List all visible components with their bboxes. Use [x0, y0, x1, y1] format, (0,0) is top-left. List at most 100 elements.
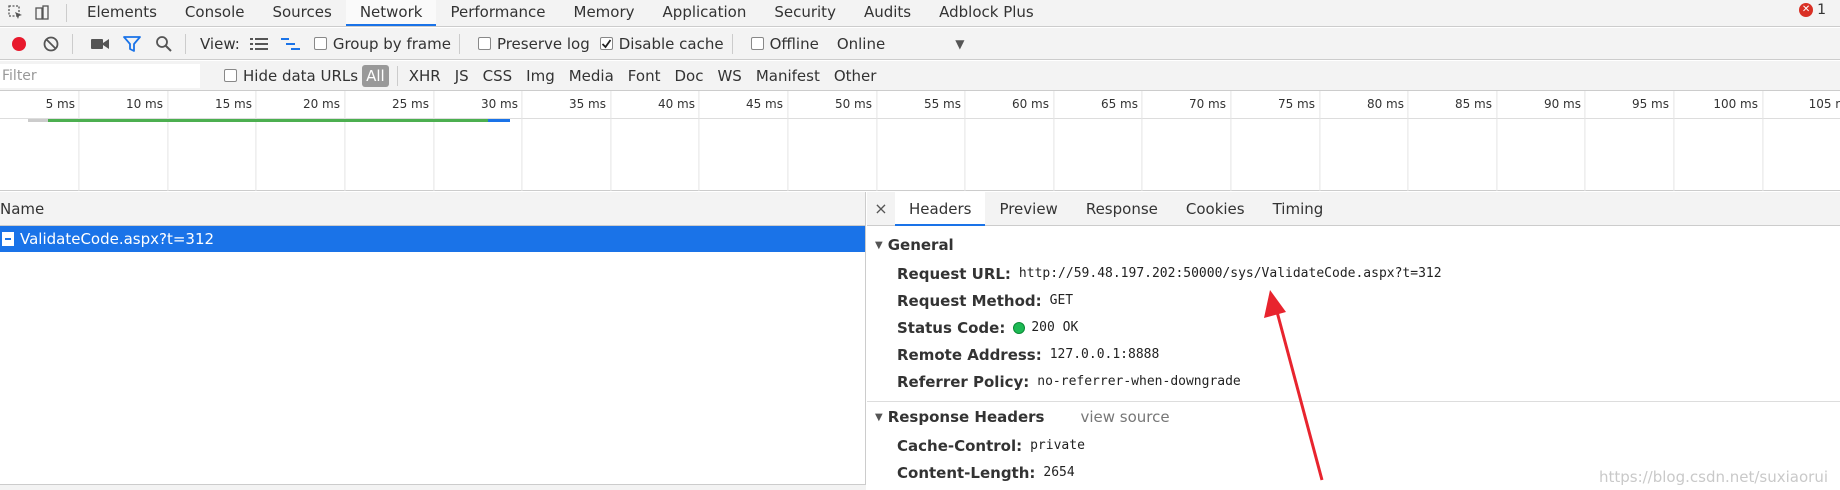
tab-headers[interactable]: Headers [895, 192, 986, 226]
hide-data-urls-checkbox[interactable] [224, 69, 237, 82]
offline-checkbox[interactable] [750, 37, 764, 50]
filter-type-other[interactable]: Other [827, 67, 884, 85]
filter-type-js[interactable]: JS [448, 67, 476, 85]
timeline-tick: 80 ms [1319, 91, 1408, 191]
cache-control-row: Cache-Control: private [867, 432, 1840, 459]
timeline-tick: 50 ms [787, 91, 876, 191]
view-source-link[interactable]: view source [1081, 408, 1170, 426]
request-details: × Headers Preview Response Cookies Timin… [867, 192, 1840, 490]
error-counter[interactable]: ✕ 1 [1799, 2, 1826, 18]
remote-address-key: Remote Address: [897, 345, 1042, 364]
group-by-frame-toggle[interactable]: Group by frame [304, 35, 451, 53]
filter-type-all[interactable]: All [362, 64, 389, 87]
search-icon[interactable] [151, 31, 177, 57]
general-title: General [887, 236, 954, 254]
timeline-tick-label: 5 ms [45, 97, 75, 111]
tab-network[interactable]: Network [345, 0, 437, 26]
tab-timing[interactable]: Timing [1259, 192, 1338, 226]
timeline-tick: 90 ms [1496, 91, 1585, 191]
filter-type-ws[interactable]: WS [710, 67, 748, 85]
large-rows-icon[interactable] [246, 31, 272, 57]
dropdown-arrow-icon: ▼ [955, 36, 965, 51]
response-headers-section-header[interactable]: ▼ Response Headers view source [867, 402, 1840, 432]
status-ok-icon [1013, 321, 1026, 334]
tab-elements[interactable]: Elements [73, 0, 171, 26]
tab-response[interactable]: Response [1072, 192, 1172, 226]
filter-type-manifest[interactable]: Manifest [749, 67, 827, 85]
filter-type-doc[interactable]: Doc [667, 67, 710, 85]
preserve-log-checkbox[interactable] [477, 37, 491, 50]
timeline-tick-label: 55 ms [923, 97, 961, 111]
content-length-key: Content-Length: [897, 463, 1036, 482]
filter-type-xhr[interactable]: XHR [402, 67, 448, 85]
timeline-tick: 25 ms [344, 91, 433, 191]
device-toolbar-icon[interactable] [32, 3, 52, 23]
timeline-tick: 45 ms [698, 91, 787, 191]
offline-toggle[interactable]: Offline [741, 35, 819, 53]
inspect-element-icon[interactable] [6, 3, 26, 23]
tab-adblock-plus[interactable]: Adblock Plus [925, 0, 1048, 26]
tab-audits[interactable]: Audits [850, 0, 925, 26]
referrer-policy-row: Referrer Policy: no-referrer-when-downgr… [867, 368, 1840, 395]
close-icon[interactable]: × [867, 199, 895, 218]
filter-icon[interactable] [119, 31, 145, 57]
filter-bar: Hide data URLs All XHR JS CSS Img Media … [0, 61, 1840, 91]
preserve-log-toggle[interactable]: Preserve log [468, 35, 590, 53]
group-by-frame-checkbox[interactable] [313, 37, 327, 50]
tab-performance[interactable]: Performance [436, 0, 559, 26]
timeline-tick-label: 65 ms [1100, 97, 1138, 111]
timeline-tick-label: 85 ms [1454, 97, 1492, 111]
status-code-value: 200 OK [1031, 320, 1079, 335]
request-row[interactable]: ValidateCode.aspx?t=312 [0, 226, 865, 252]
tab-console[interactable]: Console [171, 0, 259, 26]
record-button[interactable] [6, 31, 32, 57]
filter-input[interactable] [0, 63, 200, 88]
timeline-tick-label: 70 ms [1188, 97, 1226, 111]
referrer-policy-value: no-referrer-when-downgrade [1037, 374, 1241, 389]
filter-type-img[interactable]: Img [519, 67, 562, 85]
clear-icon[interactable] [38, 31, 64, 57]
cache-control-value: private [1030, 438, 1085, 453]
throttling-select[interactable]: Online ▼ [837, 35, 965, 53]
tab-security[interactable]: Security [760, 0, 850, 26]
filter-type-font[interactable]: Font [621, 67, 668, 85]
file-icon [2, 232, 14, 246]
disable-cache-checkbox[interactable] [599, 37, 613, 50]
request-method-row: Request Method: GET [867, 287, 1840, 314]
filter-type-css[interactable]: CSS [476, 67, 520, 85]
tab-sources[interactable]: Sources [258, 0, 345, 26]
timeline-tick: 10 ms [78, 91, 167, 191]
timeline-tick: 15 ms [167, 91, 256, 191]
list-scrollbar[interactable] [0, 484, 866, 490]
timeline-tick: 20 ms [255, 91, 344, 191]
capture-screenshots-icon[interactable] [87, 31, 113, 57]
tab-application[interactable]: Application [649, 0, 761, 26]
name-column-header[interactable]: Name [0, 192, 865, 226]
timeline-bar-download [488, 119, 510, 122]
timeline-tick-label: 100 ms [1713, 97, 1758, 111]
timeline-tick-label: 10 ms [125, 97, 163, 111]
waterfall-overview-icon[interactable] [278, 31, 304, 57]
expand-triangle-icon: ▼ [875, 239, 883, 251]
status-code-row: Status Code: 200 OK [867, 314, 1840, 341]
timeline-tick-label: 30 ms [480, 97, 518, 111]
disable-cache-toggle[interactable]: Disable cache [590, 35, 724, 53]
preserve-log-label: Preserve log [496, 34, 590, 53]
referrer-policy-key: Referrer Policy: [897, 372, 1030, 391]
general-section-header[interactable]: ▼ General [867, 230, 1840, 260]
cache-control-key: Cache-Control: [897, 436, 1023, 455]
tab-memory[interactable]: Memory [560, 0, 649, 26]
timeline-overview[interactable]: 5 ms 10 ms 15 ms 20 ms 25 ms 30 ms 35 ms 40 ms 4… [0, 91, 1840, 191]
hide-data-urls-toggle[interactable]: Hide data URLs [214, 67, 358, 85]
timeline-tick: 30 ms [433, 91, 522, 191]
toolbar-separator [185, 33, 186, 54]
hide-data-urls-label: Hide data URLs [243, 66, 359, 85]
timeline-tick: 95 ms [1584, 91, 1673, 191]
tab-cookies[interactable]: Cookies [1172, 192, 1259, 226]
devtools-tabbar: Elements Console Sources Network Perform… [0, 0, 1840, 27]
tab-preview[interactable]: Preview [985, 192, 1071, 226]
filter-type-media[interactable]: Media [562, 67, 621, 85]
view-label: View: [200, 34, 240, 53]
timeline-tick-label: 75 ms [1277, 97, 1315, 111]
request-name: ValidateCode.aspx?t=312 [20, 230, 215, 248]
